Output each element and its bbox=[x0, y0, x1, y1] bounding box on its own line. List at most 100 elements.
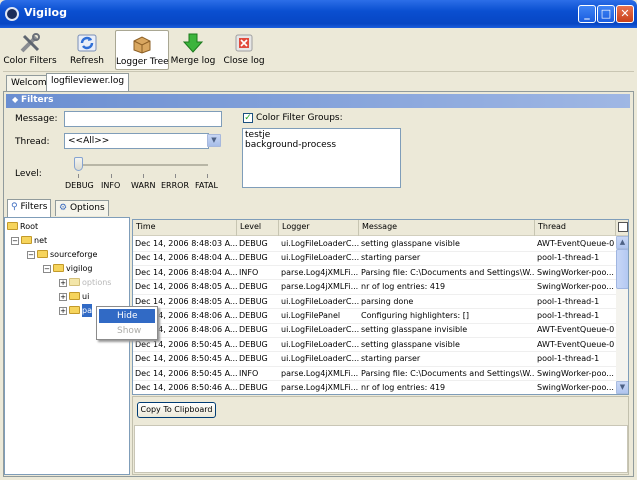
table-cell: ui.LogFileLoaderC... bbox=[281, 296, 359, 306]
table-row[interactable]: Dec 14, 2006 8:48:05 A... DEBUG parse.Log4… bbox=[133, 280, 616, 295]
refresh-icon bbox=[76, 32, 98, 54]
table-cell: AWT-EventQueue-0 bbox=[537, 339, 615, 349]
tree-node-label: sourceforge bbox=[50, 250, 98, 259]
table-cell: AWT-EventQueue-0 bbox=[537, 325, 615, 335]
tab-options[interactable]: ⚙ Options bbox=[55, 200, 109, 216]
detail-text-area[interactable] bbox=[134, 425, 628, 473]
collapse-icon[interactable]: − bbox=[43, 265, 51, 273]
column-chooser-icon[interactable] bbox=[618, 222, 628, 232]
title-bar[interactable]: Vigilog _ □ ✕ bbox=[0, 0, 637, 28]
refresh-button[interactable]: Refresh bbox=[61, 30, 113, 70]
list-item[interactable]: background-process bbox=[245, 140, 398, 150]
context-menu: Hide Show bbox=[96, 306, 158, 340]
expand-icon[interactable]: + bbox=[59, 307, 67, 315]
table-row[interactable]: Dec 14, 2006 8:48:04 A... INFO parse.Log4j… bbox=[133, 266, 616, 281]
color-groups-checkbox[interactable]: ✓ bbox=[243, 113, 253, 123]
tree-node-sourceforge[interactable]: − sourceforge bbox=[27, 248, 97, 261]
tab-filters-label: Filters bbox=[20, 202, 48, 212]
tree-node-vigilog[interactable]: − vigilog bbox=[43, 262, 92, 275]
column-header-logger[interactable]: Logger bbox=[279, 220, 359, 236]
thread-select[interactable]: <<All>> bbox=[64, 133, 209, 149]
collapse-icon[interactable]: − bbox=[11, 237, 19, 245]
close-log-label: Close log bbox=[223, 56, 265, 66]
level-slider-thumb[interactable] bbox=[74, 157, 83, 171]
level-tick bbox=[143, 174, 144, 178]
tree-node-root[interactable]: Root bbox=[7, 220, 38, 233]
merge-log-button[interactable]: Merge log bbox=[169, 30, 217, 70]
level-debug: DEBUG bbox=[65, 181, 94, 190]
table-cell: ui.LogFileLoaderC... bbox=[281, 354, 359, 364]
table-row[interactable]: Dec 14, 2006 8:48:05 A... DEBUG ui.LogFile… bbox=[133, 295, 616, 310]
expand-icon[interactable]: + bbox=[59, 293, 67, 301]
collapse-icon[interactable]: − bbox=[27, 251, 35, 259]
filters-heading: Filters bbox=[20, 95, 54, 105]
table-cell: parse.Log4jXMLFi... bbox=[281, 282, 359, 292]
column-header-message[interactable]: Message bbox=[359, 220, 535, 236]
column-header-level[interactable]: Level bbox=[237, 220, 279, 236]
logger-tree-button[interactable]: Logger Tree bbox=[115, 30, 169, 70]
table-row[interactable]: Dec 14, 2006 8:48:06 A... DEBUG ui.LogFile… bbox=[133, 323, 616, 338]
scroll-down-icon[interactable]: ▼ bbox=[616, 381, 628, 394]
table-cell: Dec 14, 2006 8:50:45 A... bbox=[135, 354, 237, 364]
table-cell: SwingWorker-poo... bbox=[537, 267, 614, 277]
tree-node-parser[interactable]: + parser bbox=[59, 304, 92, 317]
level-tick bbox=[111, 174, 112, 178]
logger-tree[interactable]: Root − net − sourceforge − vigilog + options… bbox=[4, 217, 130, 475]
folder-icon bbox=[69, 278, 80, 286]
close-log-icon bbox=[233, 32, 255, 54]
table-row[interactable]: Dec 14, 2006 8:50:45 A... DEBUG ui.LogFile… bbox=[133, 352, 616, 367]
scroll-up-icon[interactable]: ▲ bbox=[616, 236, 628, 249]
folder-icon bbox=[37, 250, 48, 258]
table-cell: starting parser bbox=[361, 253, 421, 263]
filters-header[interactable]: ◆ Filters bbox=[6, 94, 630, 108]
table-cell: INFO bbox=[239, 368, 259, 378]
chevron-down-icon[interactable]: ▼ bbox=[207, 134, 221, 147]
tab-filters[interactable]: ⚲ Filters bbox=[7, 199, 52, 217]
close-window-button[interactable]: ✕ bbox=[616, 5, 634, 23]
folder-icon bbox=[69, 292, 80, 300]
table-cell: Dec 14, 2006 8:48:03 A... bbox=[135, 239, 237, 248]
log-table[interactable]: Time Level Logger Message Thread Dec 14,… bbox=[132, 219, 629, 395]
color-groups-list[interactable]: testje background-process bbox=[242, 128, 401, 188]
table-cell: ui.LogFilePanel bbox=[281, 311, 341, 320]
expand-icon[interactable]: + bbox=[59, 279, 67, 287]
table-cell: DEBUG bbox=[239, 383, 268, 392]
minimize-button[interactable]: _ bbox=[578, 5, 596, 23]
scroll-thumb[interactable] bbox=[616, 249, 628, 289]
table-cell: parse.Log4jXMLFi... bbox=[281, 383, 359, 392]
table-cell: starting parser bbox=[361, 354, 421, 364]
message-input[interactable] bbox=[64, 111, 222, 127]
vertical-scrollbar[interactable]: ▲ ▼ bbox=[616, 236, 628, 394]
tree-node-options[interactable]: + options bbox=[59, 276, 111, 289]
message-label: Message: bbox=[15, 114, 58, 124]
down-arrow-icon bbox=[182, 32, 204, 54]
table-cell: DEBUG bbox=[239, 296, 268, 306]
column-header-thread[interactable]: Thread bbox=[535, 220, 616, 236]
level-slider-track bbox=[78, 164, 208, 166]
table-cell: DEBUG bbox=[239, 311, 268, 320]
close-log-button[interactable]: Close log bbox=[221, 30, 267, 70]
table-cell: INFO bbox=[239, 267, 259, 277]
table-cell: setting glasspane visible bbox=[361, 239, 460, 248]
table-row[interactable]: Dec 14, 2006 8:48:04 A... DEBUG ui.LogFile… bbox=[133, 251, 616, 266]
tab-logfileviewer[interactable]: logfileviewer.log bbox=[46, 73, 130, 91]
maximize-button[interactable]: □ bbox=[597, 5, 615, 23]
table-row[interactable]: Dec 14, 2006 8:48:06 A... DEBUG ui.LogFile… bbox=[133, 309, 616, 324]
tree-node-ui[interactable]: + ui bbox=[59, 290, 89, 303]
column-header-time[interactable]: Time bbox=[133, 220, 237, 236]
copy-to-clipboard-button[interactable]: Copy To Clipboard bbox=[137, 402, 216, 418]
table-row[interactable]: Dec 14, 2006 8:50:45 A... DEBUG ui.LogFile… bbox=[133, 338, 616, 353]
table-row[interactable]: Dec 14, 2006 8:50:45 A... INFO parse.Log4j… bbox=[133, 367, 616, 382]
tree-node-net[interactable]: − net bbox=[11, 234, 47, 247]
tree-node-label: vigilog bbox=[66, 264, 93, 273]
logger-tree-label: Logger Tree bbox=[116, 57, 169, 67]
color-filters-button[interactable]: Color Filters bbox=[3, 30, 57, 70]
menu-item-hide[interactable]: Hide bbox=[99, 309, 155, 323]
box-icon bbox=[131, 33, 153, 55]
list-item[interactable]: testje bbox=[245, 130, 398, 140]
table-row[interactable]: Dec 14, 2006 8:48:03 A... DEBUG ui.LogFile… bbox=[133, 237, 616, 252]
menu-item-show[interactable]: Show bbox=[99, 324, 155, 338]
table-header: Time Level Logger Message Thread bbox=[133, 220, 628, 236]
table-row[interactable]: Dec 14, 2006 8:50:46 A... DEBUG parse.Log4… bbox=[133, 381, 616, 394]
table-cell: DEBUG bbox=[239, 253, 268, 263]
